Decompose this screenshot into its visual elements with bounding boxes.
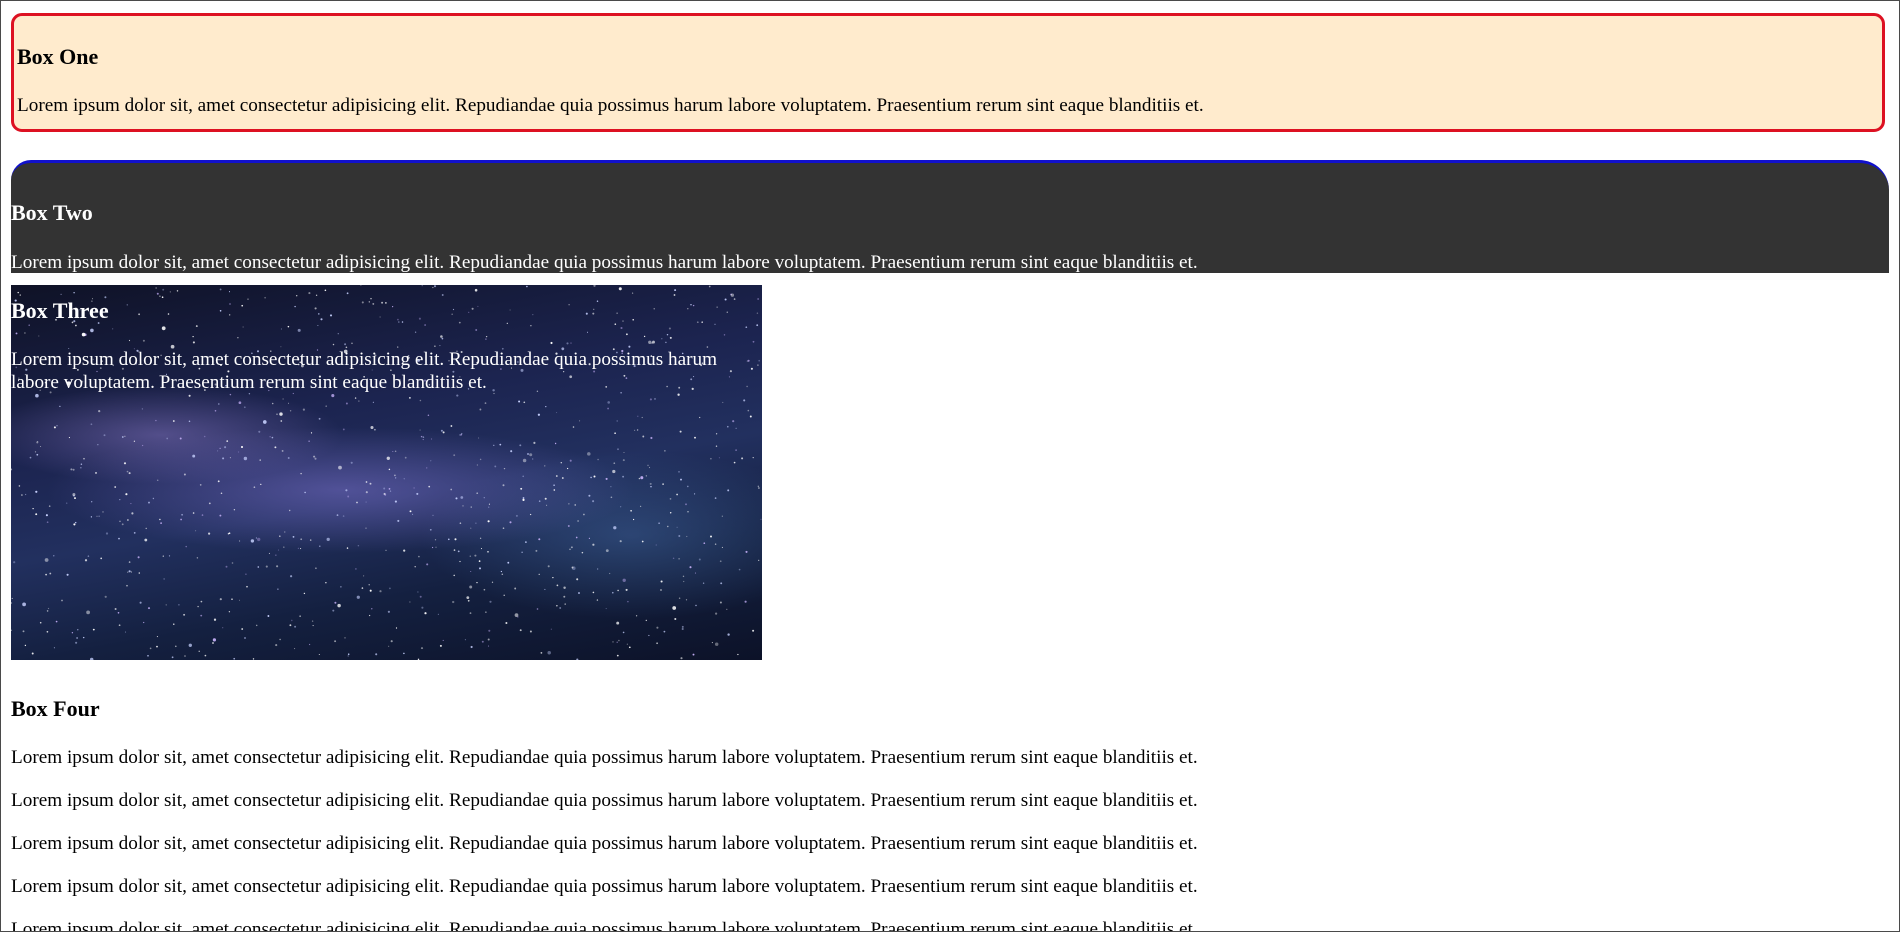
box-four-paragraph: Lorem ipsum dolor sit, amet consectetur … (11, 833, 1198, 854)
box-one-title: Box One (17, 44, 99, 69)
box-two-title: Box Two (11, 200, 93, 225)
browser-viewport: Box One Lorem ipsum dolor sit, amet cons… (0, 0, 1900, 932)
box-four-paragraph: Lorem ipsum dolor sit, amet consectetur … (11, 919, 1198, 932)
starry-sky-background-image (11, 285, 762, 660)
box-three-text: Lorem ipsum dolor sit, amet consectetur … (11, 349, 718, 393)
box-four-paragraph: Lorem ipsum dolor sit, amet consectetur … (11, 790, 1198, 811)
box-three-title: Box Three (11, 298, 109, 323)
box-four-paragraph: Lorem ipsum dolor sit, amet consectetur … (11, 876, 1198, 897)
box-two-text: Lorem ipsum dolor sit, amet consectetur … (11, 252, 1198, 273)
box-one-text: Lorem ipsum dolor sit, amet consectetur … (17, 95, 1204, 116)
box-four-title: Box Four (11, 696, 100, 721)
box-four-paragraph: Lorem ipsum dolor sit, amet consectetur … (11, 747, 1198, 768)
box-one: Box One Lorem ipsum dolor sit, amet cons… (11, 13, 1885, 132)
box-three: Box Three Lorem ipsum dolor sit, amet co… (11, 285, 762, 660)
box-two: Box Two Lorem ipsum dolor sit, amet cons… (11, 160, 1889, 273)
